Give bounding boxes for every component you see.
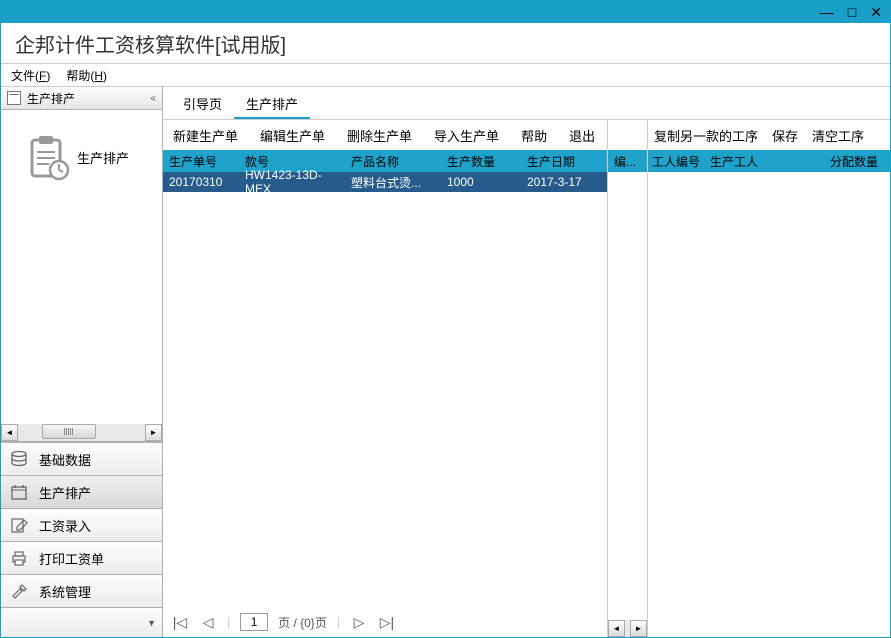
sidebar-hscroll[interactable]: ◄ ► <box>1 424 162 441</box>
mid-header[interactable]: 编... <box>608 150 647 172</box>
pager: |◁ ◁ | 页 / {0}页 | ▷ ▷| <box>163 607 607 637</box>
right-grid-body[interactable] <box>648 172 890 637</box>
copy-process-button[interactable]: 复制另一款的工序 <box>654 126 758 145</box>
production-grid-panel: 新建生产单 编辑生产单 删除生产单 导入生产单 帮助 退出 生产单号 款号 产品… <box>163 120 607 637</box>
scroll-left-icon[interactable]: ◄ <box>608 620 625 637</box>
calendar-icon <box>7 91 21 105</box>
table-row[interactable]: 20170310 HW1423-13D-MEX 塑料台式烫... 1000 20… <box>163 172 607 192</box>
sidebar-header[interactable]: 生产排产 « <box>1 87 162 110</box>
menubar: 文件(F) 帮助(H) <box>1 63 890 87</box>
sidebar-header-label: 生产排产 <box>27 90 75 107</box>
delete-order-button[interactable]: 删除生产单 <box>347 126 412 145</box>
tab-guide[interactable]: 引导页 <box>171 88 234 119</box>
sidebar-item-label: 基础数据 <box>39 450 91 469</box>
content-wrap: 新建生产单 编辑生产单 删除生产单 导入生产单 帮助 退出 生产单号 款号 产品… <box>163 120 890 637</box>
tools-icon <box>9 582 29 600</box>
col-worker-no[interactable]: 工人编号 <box>648 153 706 170</box>
col-date[interactable]: 生产日期 <box>523 153 607 170</box>
sidebar-item-label: 工资录入 <box>39 516 91 535</box>
sidebar: 生产排产 « 生产排产 ◄ ► 基础数据 <box>1 87 163 637</box>
titlebar: — □ ✕ <box>1 1 890 23</box>
app-title: 企邦计件工资核算软件[试用版] <box>1 23 890 63</box>
scroll-right-icon[interactable]: ► <box>145 424 162 441</box>
collapse-icon[interactable]: « <box>150 93 156 104</box>
grid-toolbar: 新建生产单 编辑生产单 删除生产单 导入生产单 帮助 退出 <box>163 120 607 150</box>
pager-prev-icon[interactable]: ◁ <box>199 614 217 631</box>
edit-order-button[interactable]: 编辑生产单 <box>260 126 325 145</box>
cell-order-no: 20170310 <box>163 175 241 189</box>
save-button[interactable]: 保存 <box>772 126 798 145</box>
right-panel: 复制另一款的工序 保存 清空工序 工人编号 生产工人 分配数量 <box>648 120 890 637</box>
menu-file[interactable]: 文件(F) <box>11 67 50 84</box>
tab-production[interactable]: 生产排产 <box>234 88 310 119</box>
dropdown-icon[interactable]: ▼ <box>147 618 156 628</box>
pager-first-icon[interactable]: |◁ <box>171 614 189 631</box>
sidebar-item-label: 生产排产 <box>39 483 91 502</box>
scroll-thumb[interactable] <box>42 424 96 439</box>
maximize-button[interactable]: □ <box>848 4 856 20</box>
grid-header: 生产单号 款号 产品名称 生产数量 生产日期 <box>163 150 607 172</box>
minimize-button[interactable]: — <box>820 4 834 20</box>
scroll-left-icon[interactable]: ◄ <box>1 424 18 441</box>
calendar-icon <box>9 483 29 501</box>
right-toolbar: 复制另一款的工序 保存 清空工序 <box>648 120 890 150</box>
app-window: — □ ✕ 企邦计件工资核算软件[试用版] 文件(F) 帮助(H) 生产排产 «… <box>0 0 891 638</box>
clear-process-button[interactable]: 清空工序 <box>812 126 864 145</box>
col-style-no[interactable]: 款号 <box>241 153 347 170</box>
mid-body[interactable] <box>608 172 647 620</box>
sidebar-item-label: 系统管理 <box>39 582 91 601</box>
col-quantity[interactable]: 生产数量 <box>443 153 523 170</box>
cell-product-name: 塑料台式烫... <box>347 174 443 191</box>
exit-button[interactable]: 退出 <box>569 126 595 145</box>
pager-page-input[interactable] <box>240 613 268 631</box>
sidebar-item-production[interactable]: 生产排产 <box>1 475 162 508</box>
cell-quantity: 1000 <box>443 175 523 189</box>
edit-icon <box>9 516 29 534</box>
menu-help[interactable]: 帮助(H) <box>66 67 107 84</box>
cell-date: 2017-3-17 <box>523 175 607 189</box>
sidebar-tile-label: 生产排产 <box>77 148 129 167</box>
import-order-button[interactable]: 导入生产单 <box>434 126 499 145</box>
col-product-name[interactable]: 产品名称 <box>347 153 443 170</box>
database-icon <box>9 450 29 468</box>
new-order-button[interactable]: 新建生产单 <box>173 126 238 145</box>
sidebar-item-system-management[interactable]: 系统管理 <box>1 574 162 607</box>
scroll-track[interactable] <box>18 424 145 441</box>
tabbar: 引导页 生产排产 <box>163 87 890 119</box>
middle-panel: 编... ◄ ► <box>607 120 648 637</box>
col-order-no[interactable]: 生产单号 <box>163 153 241 170</box>
grid-body[interactable] <box>163 192 607 607</box>
clipboard-clock-icon <box>23 132 73 182</box>
pager-last-icon[interactable]: ▷| <box>378 614 396 631</box>
help-button[interactable]: 帮助 <box>521 126 547 145</box>
col-worker[interactable]: 生产工人 <box>706 153 766 170</box>
col-alloc-qty[interactable]: 分配数量 <box>830 153 890 170</box>
pager-next-icon[interactable]: ▷ <box>350 614 368 631</box>
close-button[interactable]: ✕ <box>870 4 882 21</box>
sidebar-item-print-payslip[interactable]: 打印工资单 <box>1 541 162 574</box>
sidebar-content: 生产排产 ◄ ► <box>1 110 162 442</box>
sidebar-item-wage-entry[interactable]: 工资录入 <box>1 508 162 541</box>
right-grid-header: 工人编号 生产工人 分配数量 <box>648 150 890 172</box>
main-area: 引导页 生产排产 新建生产单 编辑生产单 删除生产单 导入生产单 帮助 退出 <box>163 87 890 637</box>
printer-icon <box>9 549 29 567</box>
mid-hscroll[interactable]: ◄ ► <box>608 620 647 637</box>
scroll-right-icon[interactable]: ► <box>630 620 647 637</box>
sidebar-item-label: 打印工资单 <box>39 549 104 568</box>
sidebar-tile-production[interactable]: 生产排产 <box>23 132 158 182</box>
sidebar-footer: ▼ <box>1 607 162 637</box>
pager-suffix: 页 / {0}页 <box>278 614 327 631</box>
sidebar-item-basic-data[interactable]: 基础数据 <box>1 442 162 475</box>
app-body: 生产排产 « 生产排产 ◄ ► 基础数据 <box>1 87 890 637</box>
